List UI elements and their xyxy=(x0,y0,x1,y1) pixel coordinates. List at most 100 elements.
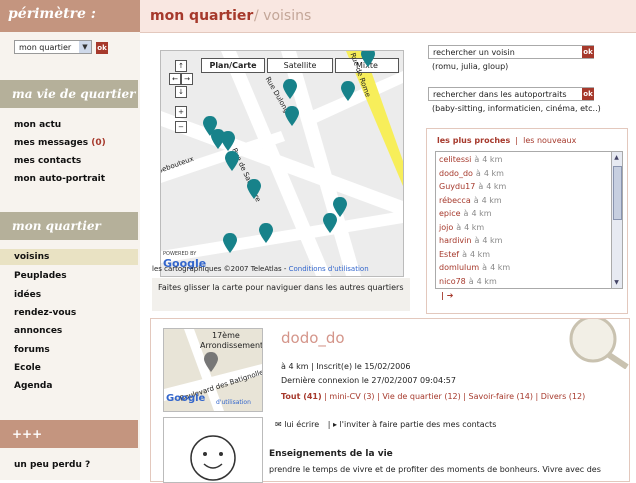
map-copyright-text: les cartographiques ©2007 TeleAtlas - xyxy=(152,265,287,273)
map-pin-icon[interactable] xyxy=(221,131,235,151)
neighbor-name[interactable]: hardivin xyxy=(439,236,471,245)
search-neighbor-hint: (romu, julia, gloup) xyxy=(432,62,509,71)
neighbor-distance: 4 km xyxy=(482,236,503,245)
perimetre-ok-button[interactable]: ok xyxy=(96,42,108,54)
map-pin-icon[interactable] xyxy=(225,151,239,171)
menu-item-idees[interactable]: idées xyxy=(14,290,41,300)
list-item[interactable]: Estef à 4 km xyxy=(439,250,490,259)
map-copyright: les cartographiques ©2007 TeleAtlas - Co… xyxy=(152,265,369,273)
neighbor-distance: 4 km xyxy=(490,263,511,272)
invite-icon: ▸ xyxy=(332,420,337,429)
page-header: mon quartier / voisins xyxy=(140,0,636,33)
profile-map-arrondissement-2: Arrondissement xyxy=(200,341,263,350)
map-pin-icon[interactable] xyxy=(341,81,355,101)
list-item[interactable]: Guydu17 à 4 km xyxy=(439,182,506,191)
neighbor-name[interactable]: domlulum xyxy=(439,263,479,272)
neighbor-distance: 4 km xyxy=(483,168,504,178)
neighborhood-map[interactable]: Plan/Carte Satellite Mixte ↑ ← → ↓ + − R… xyxy=(160,50,404,277)
profile-map-terms[interactable]: d'utilisation xyxy=(216,399,251,406)
list-item[interactable]: jojo à 4 km xyxy=(439,223,484,232)
scroll-down-icon[interactable]: ▼ xyxy=(613,279,620,286)
menu-item-ecole[interactable]: Ecole xyxy=(14,363,41,373)
profile-username: dodo_do xyxy=(281,329,345,347)
neighbor-name[interactable]: nico78 xyxy=(439,277,466,286)
menu-item-actu[interactable]: mon actu xyxy=(14,120,61,130)
menu-item-agenda[interactable]: Agenda xyxy=(14,381,52,391)
map-pin-icon[interactable] xyxy=(361,50,375,67)
list-item[interactable]: celitessi à 4 km xyxy=(439,155,502,164)
write-message-link[interactable]: lui écrire xyxy=(284,420,319,429)
tab-closest[interactable]: les plus proches xyxy=(437,136,510,145)
zoom-out-icon[interactable]: − xyxy=(175,121,187,133)
list-item[interactable]: hardivin à 4 km xyxy=(439,236,502,245)
neighbor-name[interactable]: epice xyxy=(439,209,461,218)
search-neighbor-input[interactable]: rechercher un voisin xyxy=(428,45,594,59)
menu-item-rendez-vous[interactable]: rendez-vous xyxy=(14,308,76,318)
list-item[interactable]: nico78 à 4 km xyxy=(439,277,497,286)
list-item[interactable]: rébecca à 4 km xyxy=(439,196,502,205)
map-pin-icon[interactable] xyxy=(223,233,237,253)
search-neighbor-ok-button[interactable]: ok xyxy=(582,46,594,58)
neighbor-distance: 4 km xyxy=(464,222,485,232)
profile-card: 17ème Arrondissement Boulevard des Batig… xyxy=(150,318,630,483)
chevron-down-icon[interactable]: ▼ xyxy=(79,41,91,53)
zoom-in-icon[interactable]: + xyxy=(175,106,187,118)
neighbor-name[interactable]: Estef xyxy=(439,250,459,259)
search-portrait-ok-button[interactable]: ok xyxy=(582,88,594,100)
perimetre-title: périmètre : xyxy=(8,6,96,22)
neighbors-scrollbar[interactable]: ▲ ▼ xyxy=(611,152,622,288)
pan-down-icon[interactable]: ↓ xyxy=(175,86,187,98)
menu-item-contacts[interactable]: mes contacts xyxy=(14,156,81,166)
sidebar: périmètre : mon quartier ▼ ok ma vie de … xyxy=(0,0,140,480)
list-item[interactable]: dodo_do à 4 km xyxy=(439,169,504,178)
map-terms-link[interactable]: Conditions d'utilisation xyxy=(289,265,369,273)
menu-item-forums[interactable]: forums xyxy=(14,345,50,355)
map-pin-icon[interactable] xyxy=(323,213,337,233)
perimetre-header: périmètre : xyxy=(0,0,140,32)
link-savoir-faire[interactable]: Savoir-faire (14) xyxy=(469,392,533,401)
neighbor-name[interactable]: Guydu17 xyxy=(439,182,475,191)
neighbor-distance: 4 km xyxy=(476,276,497,286)
scroll-up-icon[interactable]: ▲ xyxy=(613,154,620,161)
link-divers[interactable]: Divers (12) xyxy=(541,392,585,401)
map-pin-icon[interactable] xyxy=(283,79,297,99)
menu-item-annonces[interactable]: annonces xyxy=(14,326,62,336)
neighbor-distance-prefix: à xyxy=(482,263,488,272)
menu-item-voisins[interactable]: voisins xyxy=(0,249,138,265)
section-header-quartier: mon quartier xyxy=(0,212,138,240)
neighbor-name[interactable]: rébecca xyxy=(439,196,471,205)
list-item[interactable]: epice à 4 km xyxy=(439,209,492,218)
neighbor-distance-prefix: à xyxy=(468,276,474,286)
profile-mini-map[interactable]: 17ème Arrondissement Boulevard des Batig… xyxy=(163,328,263,412)
tab-new[interactable]: les nouveaux xyxy=(523,136,576,145)
map-pin-icon[interactable] xyxy=(259,223,273,243)
profile-avatar xyxy=(163,417,263,483)
neighbor-name[interactable]: jojo xyxy=(439,223,453,232)
neighbor-distance: 4 km xyxy=(486,182,507,191)
menu-item-peuplades[interactable]: Peuplades xyxy=(14,271,67,281)
neighbor-name[interactable]: dodo_do xyxy=(439,169,473,178)
map-type-satellite-button[interactable]: Satellite xyxy=(267,58,333,73)
search-portrait-input[interactable]: rechercher dans les autoportraits xyxy=(428,87,594,101)
pan-left-icon[interactable]: ← xyxy=(169,73,181,85)
pan-right-icon[interactable]: → xyxy=(181,73,193,85)
link-all[interactable]: Tout (41) xyxy=(281,392,322,401)
help-link[interactable]: un peu perdu ? xyxy=(14,460,90,470)
page-title: mon quartier xyxy=(150,8,254,24)
map-pin-icon[interactable] xyxy=(247,179,261,199)
link-vie-quartier[interactable]: Vie de quartier (12) xyxy=(382,392,460,401)
map-type-plan-button[interactable]: Plan/Carte xyxy=(201,58,265,73)
pan-up-icon[interactable]: ↑ xyxy=(175,60,187,72)
map-pin-icon[interactable] xyxy=(285,106,299,126)
perimetre-select[interactable]: mon quartier ▼ xyxy=(14,40,92,54)
neighbors-list[interactable]: ▲ ▼ celitessi à 4 km dodo_do à 4 km Guydu17 à 4 … xyxy=(435,151,623,289)
scrollbar-thumb[interactable] xyxy=(613,166,622,220)
link-mini-cv[interactable]: mini-CV (3) xyxy=(329,392,374,401)
menu-item-autoportrait[interactable]: mon auto-portrait xyxy=(14,174,105,184)
neighbors-footer-nav[interactable]: | ➔ xyxy=(441,291,453,300)
menu-item-messages[interactable]: mes messages (0) xyxy=(14,138,106,148)
list-item[interactable]: domlulum à 4 km xyxy=(439,263,510,272)
neighbor-name[interactable]: celitessi xyxy=(439,155,471,164)
perimetre-select-value: mon quartier xyxy=(19,43,72,52)
invite-contact-link[interactable]: l'inviter à faire partie des mes contact… xyxy=(340,420,497,429)
